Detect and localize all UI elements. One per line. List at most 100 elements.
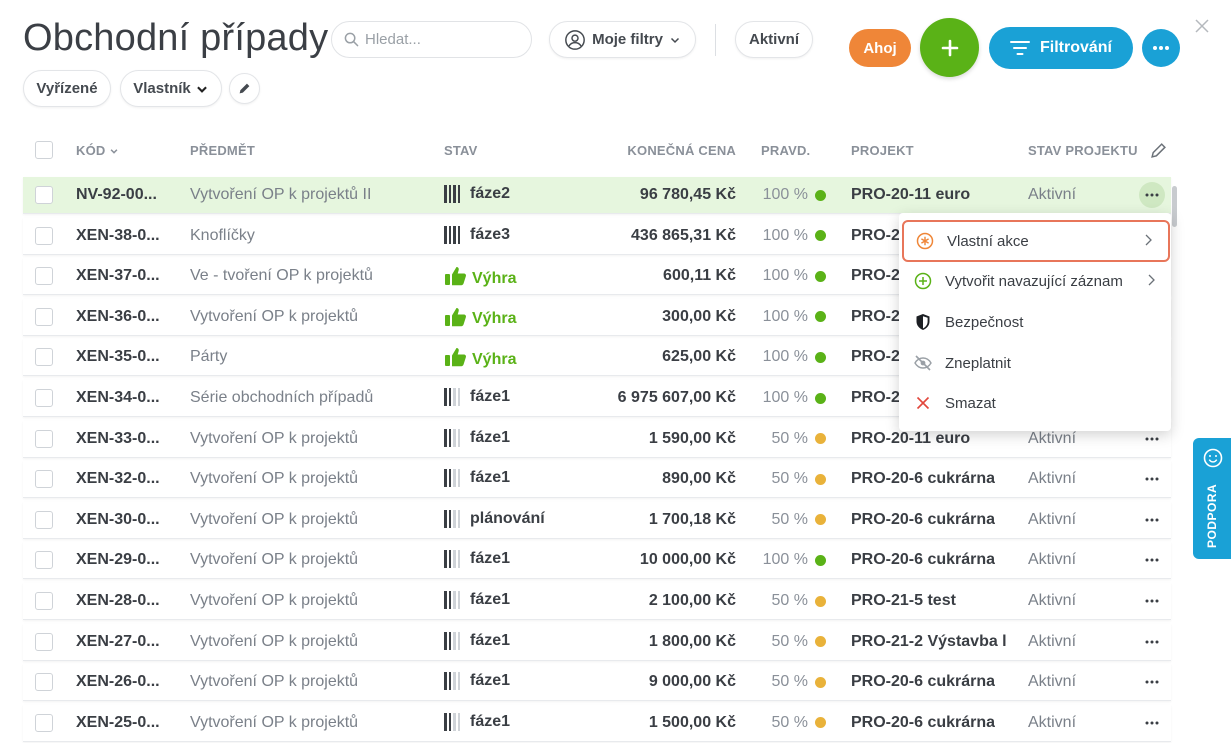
menu-item-delete[interactable]: Smazat: [899, 383, 1171, 423]
code-cell[interactable]: XEN-26-0...: [76, 673, 160, 691]
table-row[interactable]: NV-92-00... Vytvoření OP k projektů II fáz…: [23, 177, 1171, 214]
header-probability[interactable]: PRAVD.: [761, 143, 810, 158]
project-cell[interactable]: PRO-21-5 test: [851, 592, 956, 610]
project-cell[interactable]: PRO-2: [851, 227, 900, 245]
code-cell[interactable]: XEN-33-0...: [76, 430, 160, 448]
subject-cell[interactable]: Vytvoření OP k projektů: [190, 592, 358, 610]
more-options-button[interactable]: [1142, 29, 1180, 67]
subject-cell[interactable]: Vytvoření OP k projektů: [190, 714, 358, 732]
subject-cell[interactable]: Vytvoření OP k projektů: [190, 511, 358, 529]
row-checkbox[interactable]: [35, 348, 53, 367]
table-row[interactable]: XEN-25-0... Vytvoření OP k projektů fáze1 1…: [23, 704, 1171, 742]
row-actions-button[interactable]: [1139, 629, 1165, 655]
code-cell[interactable]: XEN-25-0...: [76, 714, 160, 732]
subject-cell[interactable]: Vytvoření OP k projektů II: [190, 186, 371, 204]
subject-cell[interactable]: Vytvoření OP k projektů: [190, 430, 358, 448]
table-row[interactable]: XEN-32-0... Vytvoření OP k projektů fáze1 8…: [23, 461, 1171, 499]
ahoj-button[interactable]: Ahoj: [849, 29, 911, 67]
subject-cell[interactable]: Vytvoření OP k projektů: [190, 673, 358, 691]
project-cell[interactable]: PRO-20-6 cukrárna: [851, 673, 995, 691]
code-cell[interactable]: NV-92-00...: [76, 186, 157, 204]
row-actions-button[interactable]: [1139, 466, 1165, 492]
code-cell[interactable]: XEN-28-0...: [76, 592, 160, 610]
resolved-filter-chip[interactable]: Vyřízené: [23, 70, 111, 107]
menu-item-create-follow-up[interactable]: Vytvořit navazující záznam: [899, 261, 1171, 301]
project-cell[interactable]: PRO-20-6 cukrárna: [851, 714, 995, 732]
row-checkbox[interactable]: [35, 470, 53, 489]
subject-cell[interactable]: Vytvoření OP k projektů: [190, 470, 358, 488]
table-row[interactable]: XEN-28-0... Vytvoření OP k projektů fáze1 2…: [23, 583, 1171, 620]
code-cell[interactable]: XEN-37-0...: [76, 267, 160, 285]
search-input[interactable]: [365, 31, 515, 48]
row-checkbox[interactable]: [35, 632, 53, 651]
scrollbar[interactable]: [1172, 186, 1177, 227]
project-cell[interactable]: PRO-20-11 euro: [851, 430, 970, 448]
row-actions-button[interactable]: [1139, 507, 1165, 533]
subject-cell[interactable]: Párty: [190, 348, 227, 366]
code-cell[interactable]: XEN-34-0...: [76, 389, 160, 407]
subject-cell[interactable]: Série obchodních případů: [190, 389, 373, 407]
row-checkbox[interactable]: [35, 186, 53, 204]
project-cell[interactable]: PRO-20-6 cukrárna: [851, 470, 995, 488]
header-code[interactable]: KÓD: [76, 143, 119, 158]
add-button[interactable]: [920, 18, 979, 77]
row-actions-button[interactable]: [1139, 710, 1165, 736]
row-actions-button[interactable]: [1139, 669, 1165, 695]
my-filters-dropdown[interactable]: Moje filtry: [549, 21, 696, 58]
row-checkbox[interactable]: [35, 551, 53, 570]
row-actions-button[interactable]: [1139, 547, 1165, 573]
project-cell[interactable]: PRO-2: [851, 389, 900, 407]
table-row[interactable]: XEN-27-0... Vytvoření OP k projektů fáze1 1…: [23, 623, 1171, 661]
menu-item-custom-action[interactable]: Vlastní akce: [902, 220, 1170, 262]
subject-cell[interactable]: Ve - tvoření OP k projektů: [190, 267, 373, 285]
project-cell[interactable]: PRO-20-6 cukrárna: [851, 511, 995, 529]
row-actions-button[interactable]: [1139, 182, 1165, 208]
subject-cell[interactable]: Vytvoření OP k projektů: [190, 551, 358, 569]
support-tab[interactable]: PODPORA: [1193, 438, 1231, 559]
row-checkbox[interactable]: [35, 429, 53, 448]
table-row[interactable]: XEN-26-0... Vytvoření OP k projektů fáze1 9…: [23, 664, 1171, 702]
row-actions-button[interactable]: [1139, 588, 1165, 614]
search-box[interactable]: [331, 21, 532, 58]
subject-cell[interactable]: Vytvoření OP k projektů: [190, 633, 358, 651]
select-all-checkbox[interactable]: [35, 141, 53, 159]
project-cell[interactable]: PRO-21-2 Výstavba l: [851, 633, 1007, 651]
owner-dropdown[interactable]: Vlastník: [120, 70, 222, 107]
header-project-status[interactable]: STAV PROJEKTU: [1028, 143, 1138, 158]
row-checkbox[interactable]: [35, 389, 53, 407]
code-cell[interactable]: XEN-35-0...: [76, 348, 160, 366]
menu-item-invalidate[interactable]: Zneplatnit: [899, 343, 1171, 383]
table-row[interactable]: XEN-30-0... Vytvoření OP k projektů plánov…: [23, 501, 1171, 539]
project-cell[interactable]: PRO-2: [851, 308, 900, 326]
row-checkbox[interactable]: [35, 673, 53, 692]
project-cell[interactable]: PRO-2: [851, 348, 900, 366]
active-filter-chip[interactable]: Aktivní: [735, 21, 813, 58]
close-button[interactable]: [1191, 15, 1213, 37]
code-cell[interactable]: XEN-36-0...: [76, 308, 160, 326]
edit-filters-button[interactable]: [229, 73, 260, 104]
subject-cell[interactable]: Vytvoření OP k projektů: [190, 308, 358, 326]
row-checkbox[interactable]: [35, 592, 53, 610]
project-cell[interactable]: PRO-2: [851, 267, 900, 285]
row-checkbox[interactable]: [35, 307, 53, 326]
code-cell[interactable]: XEN-32-0...: [76, 470, 160, 488]
subject-cell[interactable]: Knoflíčky: [190, 227, 255, 245]
code-cell[interactable]: XEN-30-0...: [76, 511, 160, 529]
project-cell[interactable]: PRO-20-11 euro: [851, 186, 970, 204]
code-cell[interactable]: XEN-29-0...: [76, 551, 160, 569]
table-row[interactable]: XEN-29-0... Vytvoření OP k projektů fáze1 1…: [23, 542, 1171, 580]
edit-columns-button[interactable]: [1150, 142, 1167, 162]
row-checkbox[interactable]: [35, 267, 53, 286]
header-price[interactable]: KONEČNÁ CENA: [627, 143, 736, 158]
row-checkbox[interactable]: [35, 713, 53, 732]
row-checkbox[interactable]: [35, 510, 53, 529]
menu-item-security[interactable]: Bezpečnost: [899, 302, 1171, 342]
row-checkbox[interactable]: [35, 226, 53, 245]
code-cell[interactable]: XEN-27-0...: [76, 633, 160, 651]
header-project[interactable]: PROJEKT: [851, 143, 914, 158]
filter-button[interactable]: Filtrování: [989, 27, 1133, 69]
header-subject[interactable]: PŘEDMĚT: [190, 143, 255, 158]
header-status[interactable]: STAV: [444, 143, 478, 158]
project-cell[interactable]: PRO-20-6 cukrárna: [851, 551, 995, 569]
code-cell[interactable]: XEN-38-0...: [76, 227, 160, 245]
